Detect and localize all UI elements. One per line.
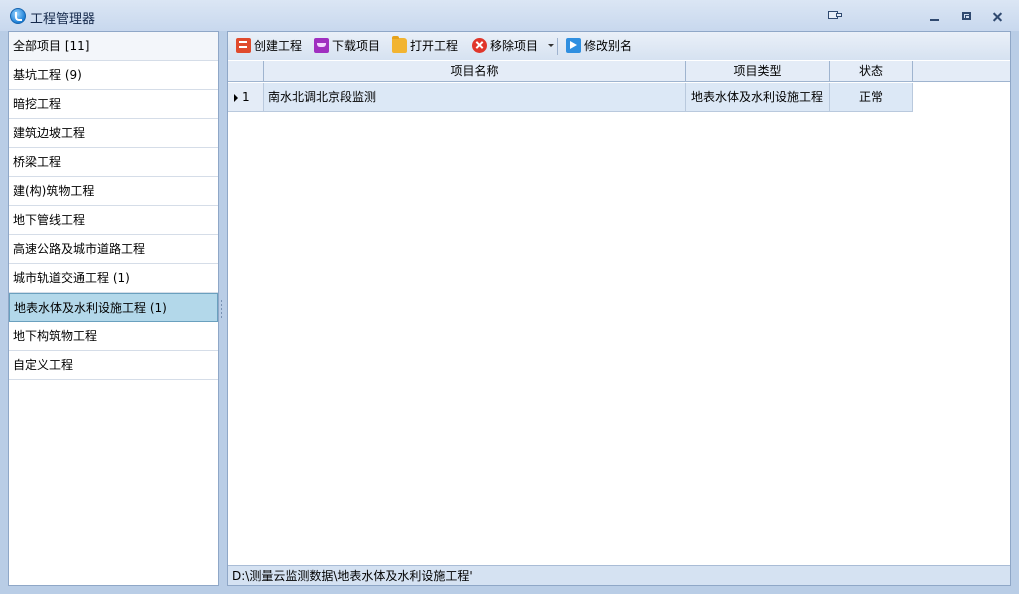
sidebar-item-pipeline[interactable]: 地下管线工程 [9,206,218,235]
open-project-button[interactable]: 打开工程 [392,36,462,55]
column-header-name[interactable]: 项目名称 [264,61,686,82]
row-indicator-header [228,61,264,82]
remove-project-label: 移除项目 [490,39,539,53]
toolbar: 创建工程 下载项目 打开工程 移除项目 修改别名 [228,32,1010,60]
sidebar-item-highway[interactable]: 高速公路及城市道路工程 [9,235,218,264]
remove-icon [472,38,487,53]
sidebar-item-underground-excavation[interactable]: 暗挖工程 [9,90,218,119]
chevron-down-icon[interactable] [548,44,554,47]
open-project-label: 打开工程 [410,39,459,53]
sidebar-item-building[interactable]: 建(构)筑物工程 [9,177,218,206]
download-icon [314,38,329,53]
rename-icon [566,38,581,53]
project-panel: 创建工程 下载项目 打开工程 移除项目 修改别名 项目名称 项目类型 状态 1 … [227,31,1011,586]
download-project-button[interactable]: 下载项目 [314,37,384,55]
create-project-icon [236,38,251,53]
column-header-status[interactable]: 状态 [830,61,913,82]
row-indicator: 1 [228,83,264,112]
rename-alias-button[interactable]: 修改别名 [566,37,638,55]
restore-layout-icon[interactable] [828,10,842,20]
title-bar: 工程管理器 [0,0,1019,31]
sidebar-item-slope[interactable]: 建筑边坡工程 [9,119,218,148]
minimize-icon[interactable] [927,9,943,25]
app-icon [10,8,26,24]
sidebar-item-underground-structure[interactable]: 地下构筑物工程 [9,322,218,351]
sidebar-item-bridge[interactable]: 桥梁工程 [9,148,218,177]
sidebar-item-water-facilities[interactable]: 地表水体及水利设施工程 (1) [9,293,218,322]
close-icon[interactable] [990,9,1006,25]
sidebar-item-foundation-pit[interactable]: 基坑工程 (9) [9,61,218,90]
cell-project-type[interactable]: 地表水体及水利设施工程 [686,83,830,112]
column-header-type[interactable]: 项目类型 [686,61,830,82]
status-bar-path: D:\测量云监测数据\地表水体及水利设施工程' [228,565,1010,585]
rename-alias-label: 修改别名 [584,39,633,53]
row-number: 1 [242,90,250,104]
row-pointer-icon [234,94,238,102]
window-title: 工程管理器 [30,12,96,27]
download-project-label: 下载项目 [332,39,381,53]
sidebar-item-custom[interactable]: 自定义工程 [9,351,218,380]
create-project-button[interactable]: 创建工程 [236,37,306,55]
folder-open-icon [392,36,407,53]
toolbar-separator [557,38,558,55]
table-row[interactable]: 1 南水北调北京段监测 地表水体及水利设施工程 正常 [228,83,913,112]
cell-project-name[interactable]: 南水北调北京段监测 [264,83,686,112]
remove-project-button[interactable]: 移除项目 [472,37,554,55]
sidebar-item-rail-transit[interactable]: 城市轨道交通工程 (1) [9,264,218,293]
create-project-label: 创建工程 [254,39,303,53]
grid-header: 项目名称 项目类型 状态 [228,61,1010,82]
panel-splitter[interactable] [220,300,223,320]
maximize-icon[interactable] [959,9,975,25]
project-category-list: 全部项目 [11] 基坑工程 (9) 暗挖工程 建筑边坡工程 桥梁工程 建(构)… [8,31,219,586]
cell-project-status[interactable]: 正常 [830,83,913,112]
sidebar-item-all[interactable]: 全部项目 [11] [9,32,218,61]
